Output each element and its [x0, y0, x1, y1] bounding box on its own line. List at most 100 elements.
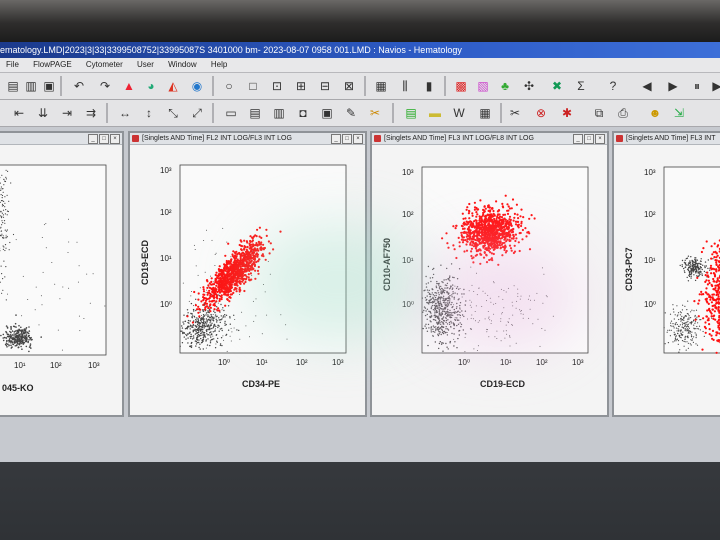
- event-dot: [453, 298, 455, 300]
- event-dot: [430, 306, 433, 308]
- stop-icon[interactable]: ▶: [708, 77, 720, 95]
- menu-user[interactable]: User: [137, 60, 154, 69]
- plot-window-1[interactable]: _ □ × 10¹ 10² 10³ 045-KO: [0, 131, 124, 417]
- grid-icon[interactable]: ⊟: [316, 77, 334, 95]
- monitor-bottom-bezel: [0, 462, 720, 540]
- menu-cytometer[interactable]: Cytometer: [86, 60, 123, 69]
- logout-icon[interactable]: ⇲: [670, 104, 688, 122]
- step-back-icon[interactable]: ◀: [638, 77, 656, 95]
- event-dot: [430, 298, 432, 301]
- close-button[interactable]: ×: [595, 134, 605, 144]
- list-icon[interactable]: ▤: [402, 104, 420, 122]
- dot-plot-4[interactable]: 10³ 10² 10¹ 10⁰ CD33-PC7: [614, 145, 720, 415]
- maximize-button[interactable]: □: [342, 134, 352, 144]
- compass-icon[interactable]: ✣: [520, 77, 538, 95]
- histogram-color-icon[interactable]: ▲: [120, 77, 138, 95]
- close-button[interactable]: ×: [110, 134, 120, 144]
- event-dot: [683, 345, 685, 347]
- help-icon[interactable]: ?: [604, 77, 622, 95]
- quad-icon[interactable]: ⊞: [292, 77, 310, 95]
- expand-icon[interactable]: ⤢: [188, 104, 206, 122]
- printer-icon[interactable]: ⎙: [614, 104, 632, 122]
- play-icon[interactable]: ▶: [664, 77, 682, 95]
- dot-plot-3[interactable]: 10³ 10² 10¹ 10⁰ 10⁰ 10¹ 10² 10³ CD10-AF7…: [372, 145, 607, 415]
- event-dot: [0, 186, 2, 188]
- cross-icon[interactable]: ✖: [548, 77, 566, 95]
- align-right-icon[interactable]: ⇥: [58, 104, 76, 122]
- resize-vertical-icon[interactable]: ↕: [140, 104, 158, 122]
- columns-icon[interactable]: ⫼: [396, 77, 414, 95]
- plot-window-2[interactable]: [Singlets AND Time] FL2 INT LOG/FL3 INT …: [128, 131, 367, 417]
- event-dot: [442, 332, 445, 335]
- align-left-icon[interactable]: ⇤: [10, 104, 28, 122]
- event-dot: [492, 248, 495, 251]
- table-icon[interactable]: ⊠: [340, 77, 358, 95]
- report-icon[interactable]: ▥: [270, 104, 288, 122]
- people-icon[interactable]: ☻: [646, 104, 664, 122]
- log-icon[interactable]: ▦: [476, 104, 494, 122]
- open-icon[interactable]: ▥: [22, 77, 40, 95]
- maximize-button[interactable]: □: [584, 134, 594, 144]
- pin-icon[interactable]: ⊗: [532, 104, 550, 122]
- word-export-icon[interactable]: W: [450, 104, 468, 122]
- export-icon[interactable]: ▣: [318, 104, 336, 122]
- edit-icon[interactable]: ✎: [342, 104, 360, 122]
- event-dot: [190, 302, 193, 305]
- marker-icon[interactable]: ✱: [558, 104, 576, 122]
- event-dot: [440, 285, 442, 288]
- event-dot: [695, 266, 697, 268]
- protocol-icon[interactable]: ▤: [4, 77, 22, 95]
- distribute-icon[interactable]: ⇉: [82, 104, 100, 122]
- window-icon[interactable]: ▭: [222, 104, 240, 122]
- tree-icon[interactable]: ♣: [496, 77, 514, 95]
- rainbow-icon[interactable]: ▧: [474, 77, 492, 95]
- event-dot: [215, 300, 218, 303]
- triangle-gate-icon[interactable]: ◭: [164, 77, 182, 95]
- event-dot: [196, 338, 198, 341]
- tools-icon[interactable]: ✂: [366, 104, 384, 122]
- rect-gate-icon[interactable]: □: [244, 77, 262, 95]
- scissors-icon[interactable]: ✂: [506, 104, 524, 122]
- event-dot: [447, 348, 449, 350]
- circle-gate-icon[interactable]: ○: [220, 77, 238, 95]
- event-dot: [285, 324, 287, 326]
- menu-flowpage[interactable]: FlowPAGE: [33, 60, 72, 69]
- event-dot: [210, 324, 212, 326]
- sigma-icon[interactable]: Σ: [572, 77, 590, 95]
- event-dot: [208, 286, 211, 289]
- event-dot: [221, 287, 224, 290]
- region-icon[interactable]: ⊡: [268, 77, 286, 95]
- print-preview-icon[interactable]: ▤: [246, 104, 264, 122]
- menu-window[interactable]: Window: [168, 60, 196, 69]
- dot-plot-1[interactable]: 10¹ 10² 10³ 045-KO: [0, 145, 122, 415]
- plot-window-3[interactable]: [Singlets AND Time] FL3 INT LOG/FL8 INT …: [370, 131, 609, 417]
- close-button[interactable]: ×: [353, 134, 363, 144]
- event-dot: [20, 326, 22, 329]
- copy-icon[interactable]: ⧉: [590, 104, 608, 122]
- menu-help[interactable]: Help: [211, 60, 227, 69]
- pause-icon[interactable]: ⏸: [688, 77, 706, 95]
- color-wheel-icon[interactable]: ◕: [142, 77, 160, 95]
- event-dot: [488, 317, 490, 319]
- minimize-button[interactable]: _: [331, 134, 341, 144]
- maximize-button[interactable]: □: [99, 134, 109, 144]
- resize-horizontal-icon[interactable]: ↔: [116, 104, 134, 122]
- undo-icon[interactable]: ↶: [70, 77, 88, 95]
- redo-icon[interactable]: ↷: [96, 77, 114, 95]
- align-bottom-icon[interactable]: ⇊: [34, 104, 52, 122]
- heatmap-icon[interactable]: ▩: [452, 77, 470, 95]
- minimize-button[interactable]: _: [88, 134, 98, 144]
- event-dot: [691, 271, 693, 273]
- palette-icon[interactable]: ◉: [188, 77, 206, 95]
- layout-icon[interactable]: ▦: [372, 77, 390, 95]
- menu-file[interactable]: File: [6, 60, 19, 69]
- shrink-icon[interactable]: ⤡: [164, 104, 182, 122]
- event-dot: [489, 234, 492, 237]
- plot-window-4[interactable]: [Singlets AND Time] FL3 INT 10³ 10² 10¹ …: [612, 131, 720, 417]
- minimize-button[interactable]: _: [573, 134, 583, 144]
- camera-icon[interactable]: ◘: [294, 104, 312, 122]
- dot-plot-2[interactable]: 10³ 10² 10¹ 10⁰ 10⁰ 10¹ 10² 10³ CD19-ECD…: [130, 145, 365, 415]
- save-icon[interactable]: ▣: [40, 77, 58, 95]
- bars-icon[interactable]: ▮: [420, 77, 438, 95]
- folder-icon[interactable]: ▬: [426, 104, 444, 122]
